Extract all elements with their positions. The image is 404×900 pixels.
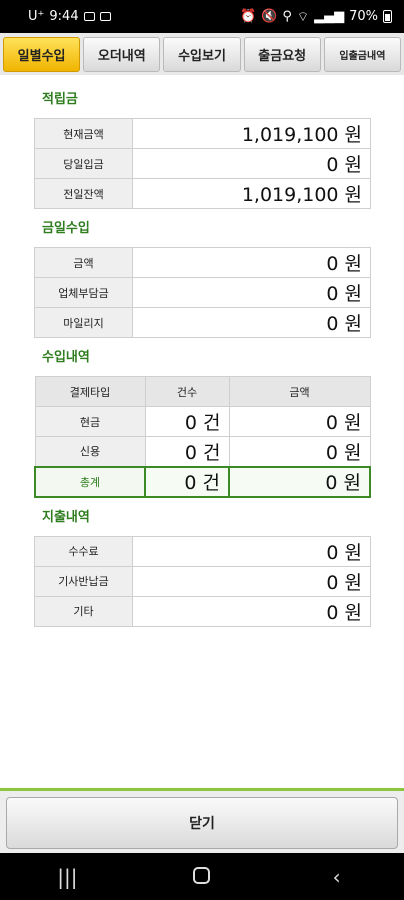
table-row: 수수료 0원 bbox=[34, 535, 371, 567]
row-value: 0원 bbox=[132, 277, 371, 308]
battery-percent: 70% bbox=[349, 9, 378, 24]
row-label: 기타 bbox=[34, 595, 133, 627]
tab-order-history[interactable]: 오더내역 bbox=[83, 37, 161, 72]
income-detail-title: 수입내역 bbox=[42, 350, 90, 365]
message-icon bbox=[99, 12, 111, 21]
table-row: 현재금액 1,019,100 원 bbox=[34, 118, 371, 149]
total-amount: 0원 bbox=[228, 465, 371, 498]
row-label: 금액 bbox=[34, 247, 133, 278]
tab-income-view[interactable]: 수입보기 bbox=[163, 37, 241, 72]
row-label: 현금 bbox=[34, 406, 146, 437]
row-label: 현재금액 bbox=[34, 118, 133, 149]
row-value: 1,019,100 원 bbox=[132, 178, 371, 209]
tab-transaction-history[interactable]: 입출금내역 bbox=[323, 37, 402, 72]
system-nav-bar: ||| ‹ bbox=[0, 853, 404, 900]
table-row: 전일잔액 1,019,100 원 bbox=[34, 178, 371, 209]
close-button[interactable]: 닫기 bbox=[6, 797, 398, 849]
table-row: 현금 0건 0원 bbox=[34, 406, 371, 437]
carrier-label: U⁺ bbox=[28, 9, 45, 24]
income-detail-table: 결제타입 건수 금액 현금 0건 0원 신용 0건 0원 총계 0건 0원 bbox=[34, 376, 371, 498]
status-time: 9:44 bbox=[49, 9, 79, 24]
home-icon[interactable] bbox=[162, 865, 242, 889]
row-value: 0원 bbox=[132, 247, 371, 278]
expense-detail-table: 수수료 0원 기사반납금 0원 기타 0원 bbox=[34, 535, 371, 627]
row-label: 신용 bbox=[34, 436, 146, 467]
today-income-table: 금액 0원 업체부담금 0원 마일리지 0원 bbox=[34, 247, 371, 338]
row-value: 0원 bbox=[132, 148, 371, 179]
today-income-title: 금일수입 bbox=[42, 221, 90, 236]
savings-table: 현재금액 1,019,100 원 당일입금 0원 전일잔액 1,019,100 원 bbox=[34, 118, 371, 209]
table-header-row: 결제타입 건수 금액 bbox=[34, 376, 371, 407]
row-label: 기사반납금 bbox=[34, 565, 133, 597]
tab-bar: 일별수입 오더내역 수입보기 출금요청 입출금내역 bbox=[0, 33, 404, 75]
row-value: 0원 bbox=[132, 595, 371, 627]
recent-apps-icon[interactable]: ||| bbox=[27, 865, 107, 889]
signal-icon: ▂▄▆ bbox=[314, 9, 345, 24]
table-row: 신용 0건 0원 bbox=[34, 436, 371, 467]
table-row: 당일입금 0원 bbox=[34, 148, 371, 179]
total-label: 총계 bbox=[34, 465, 146, 498]
mute-icon: 🔇 bbox=[261, 9, 278, 24]
header-payment-type: 결제타입 bbox=[34, 376, 146, 407]
row-count: 0건 bbox=[144, 436, 230, 467]
row-value: 0원 bbox=[132, 307, 371, 338]
expense-detail-title: 지출내역 bbox=[42, 509, 90, 525]
table-row: 기타 0원 bbox=[34, 595, 371, 627]
row-value: 0원 bbox=[132, 565, 371, 597]
main-content: 적립금 현재금액 1,019,100 원 당일입금 0원 전일잔액 1,019,1… bbox=[34, 84, 372, 627]
location-icon: ⚲ bbox=[282, 9, 292, 24]
table-row: 마일리지 0원 bbox=[34, 307, 371, 338]
row-label: 당일입금 bbox=[34, 148, 133, 179]
gallery-icon bbox=[83, 12, 95, 21]
status-bar: U⁺ 9:44 ⏰ 🔇 ⚲ ⌔ ▂▄▆ 70% bbox=[0, 0, 404, 33]
close-area: 닫기 bbox=[0, 791, 404, 853]
row-label: 마일리지 bbox=[34, 307, 133, 338]
tab-daily-income[interactable]: 일별수입 bbox=[3, 37, 81, 72]
back-icon[interactable]: ‹ bbox=[297, 865, 377, 889]
header-count: 건수 bbox=[144, 376, 230, 407]
row-count: 0건 bbox=[144, 406, 230, 437]
table-row: 기사반납금 0원 bbox=[34, 565, 371, 597]
alarm-icon: ⏰ bbox=[239, 9, 257, 24]
row-amount: 0원 bbox=[228, 406, 371, 437]
tab-withdraw-request[interactable]: 출금요청 bbox=[243, 37, 321, 72]
table-row: 업체부담금 0원 bbox=[34, 277, 371, 308]
row-value: 1,019,100 원 bbox=[132, 118, 371, 149]
wifi-icon: ⌔ bbox=[296, 9, 310, 25]
row-amount: 0원 bbox=[228, 436, 371, 467]
total-row: 총계 0건 0원 bbox=[34, 465, 371, 498]
table-row: 금액 0원 bbox=[34, 247, 371, 278]
row-label: 전일잔액 bbox=[34, 178, 133, 209]
savings-title: 적립금 bbox=[42, 92, 78, 107]
row-label: 수수료 bbox=[34, 535, 133, 567]
battery-icon bbox=[383, 10, 392, 23]
row-value: 0원 bbox=[132, 535, 371, 567]
header-amount: 금액 bbox=[228, 376, 371, 407]
total-count: 0건 bbox=[144, 465, 230, 498]
row-label: 업체부담금 bbox=[34, 277, 133, 308]
